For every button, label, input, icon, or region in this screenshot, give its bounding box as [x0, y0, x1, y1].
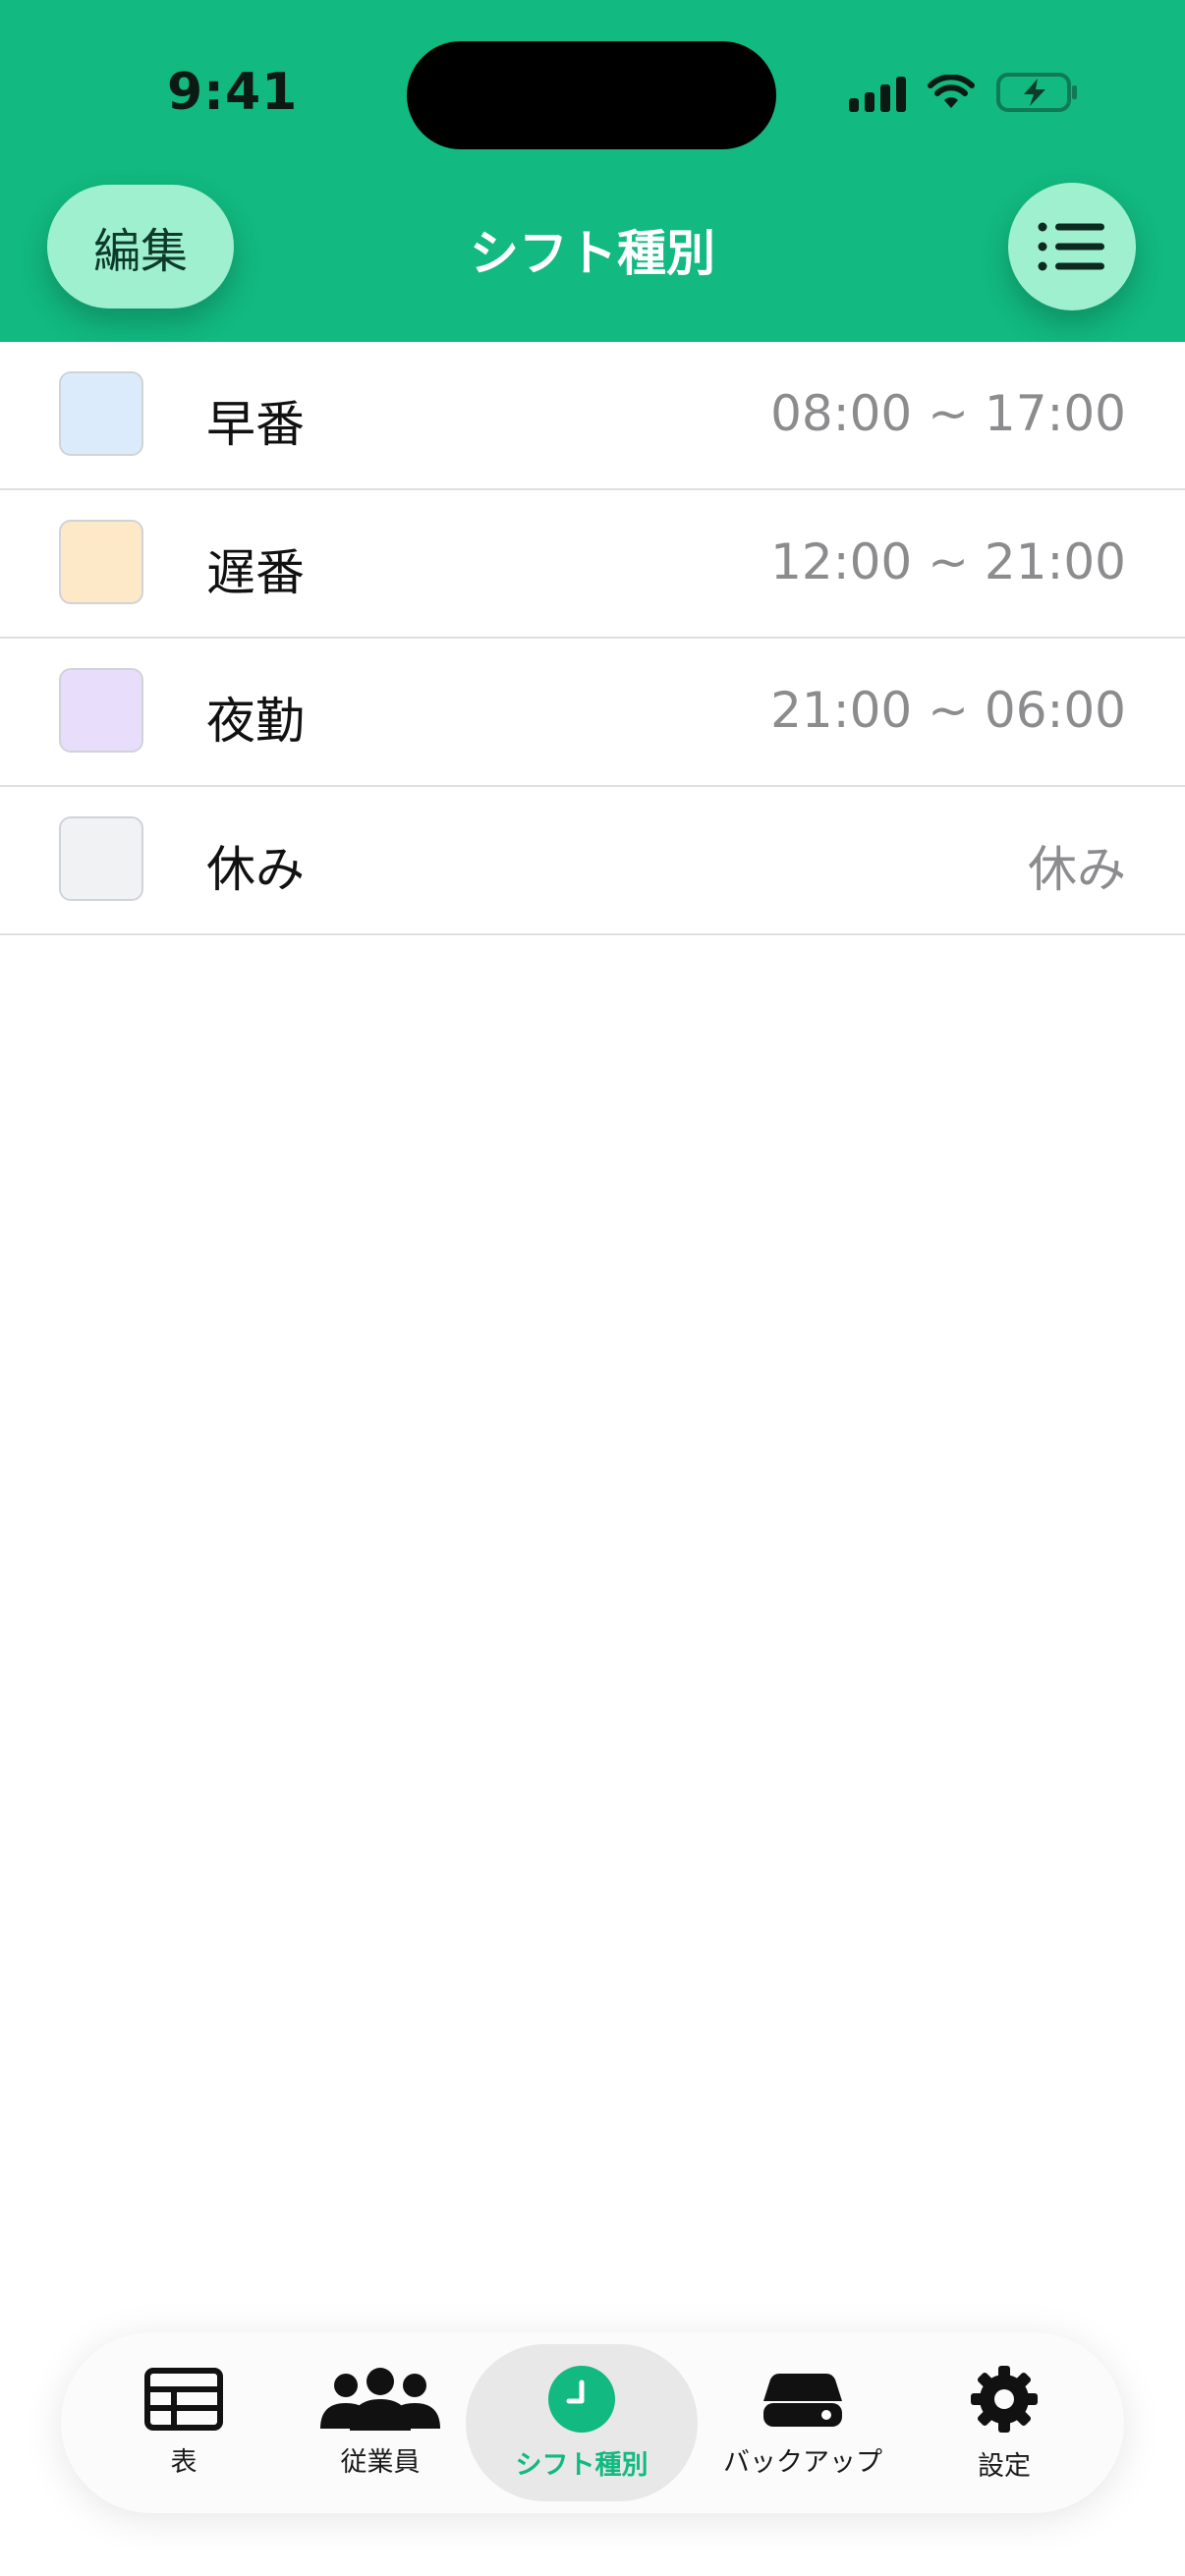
shift-name: 遅番	[206, 544, 305, 601]
tab-label: 従業員	[340, 2446, 421, 2478]
shift-row[interactable]: 休み 休み	[0, 787, 1185, 935]
list-button[interactable]	[1008, 183, 1136, 310]
battery-charging-icon	[996, 73, 1079, 112]
tab-label: 表	[170, 2446, 198, 2478]
clock-icon	[548, 2365, 615, 2433]
tab-shift-types[interactable]: シフト種別	[466, 2344, 698, 2501]
tab-settings[interactable]: 設定	[945, 2332, 1063, 2513]
tab-label: シフト種別	[515, 2449, 649, 2481]
shift-row[interactable]: 早番 08:00 ~ 17:00	[0, 342, 1185, 490]
shift-time: 21:00 ~ 06:00	[770, 682, 1126, 739]
shift-row[interactable]: 夜勤 21:00 ~ 06:00	[0, 639, 1185, 787]
list-icon	[1038, 222, 1104, 271]
shift-name: 休み	[206, 841, 305, 898]
shift-color-swatch	[59, 668, 143, 753]
signal-icon	[849, 73, 906, 112]
tab-bar: 表 従業員 シフト種別 バックアップ 設定	[61, 2332, 1124, 2513]
status-icons	[849, 73, 1079, 112]
people-icon	[320, 2367, 440, 2431]
tab-employees[interactable]: 従業員	[307, 2332, 454, 2513]
shift-row[interactable]: 遅番 12:00 ~ 21:00	[0, 490, 1185, 639]
shift-time: 休み	[1028, 841, 1126, 898]
shift-color-swatch	[59, 816, 143, 901]
wifi-icon	[928, 75, 975, 110]
tab-label: バックアップ	[723, 2446, 882, 2478]
shift-time: 12:00 ~ 21:00	[770, 533, 1126, 590]
shift-color-swatch	[59, 520, 143, 604]
table-icon	[144, 2367, 223, 2431]
status-time: 9:41	[167, 63, 299, 122]
shift-color-swatch	[59, 371, 143, 456]
gear-icon	[971, 2365, 1038, 2433]
drive-icon	[763, 2373, 842, 2427]
shift-name: 夜勤	[206, 693, 305, 750]
shift-time: 08:00 ~ 17:00	[770, 385, 1126, 442]
tab-table[interactable]: 表	[120, 2332, 248, 2513]
dynamic-island	[407, 41, 776, 149]
shift-type-list: 早番 08:00 ~ 17:00 遅番 12:00 ~ 21:00 夜勤 21:…	[0, 342, 1185, 935]
shift-name: 早番	[206, 396, 305, 453]
tab-label: 設定	[978, 2450, 1031, 2482]
app-header: 9:41 編集 シフト種別	[0, 0, 1185, 342]
tab-backup[interactable]: バックアップ	[705, 2332, 901, 2513]
